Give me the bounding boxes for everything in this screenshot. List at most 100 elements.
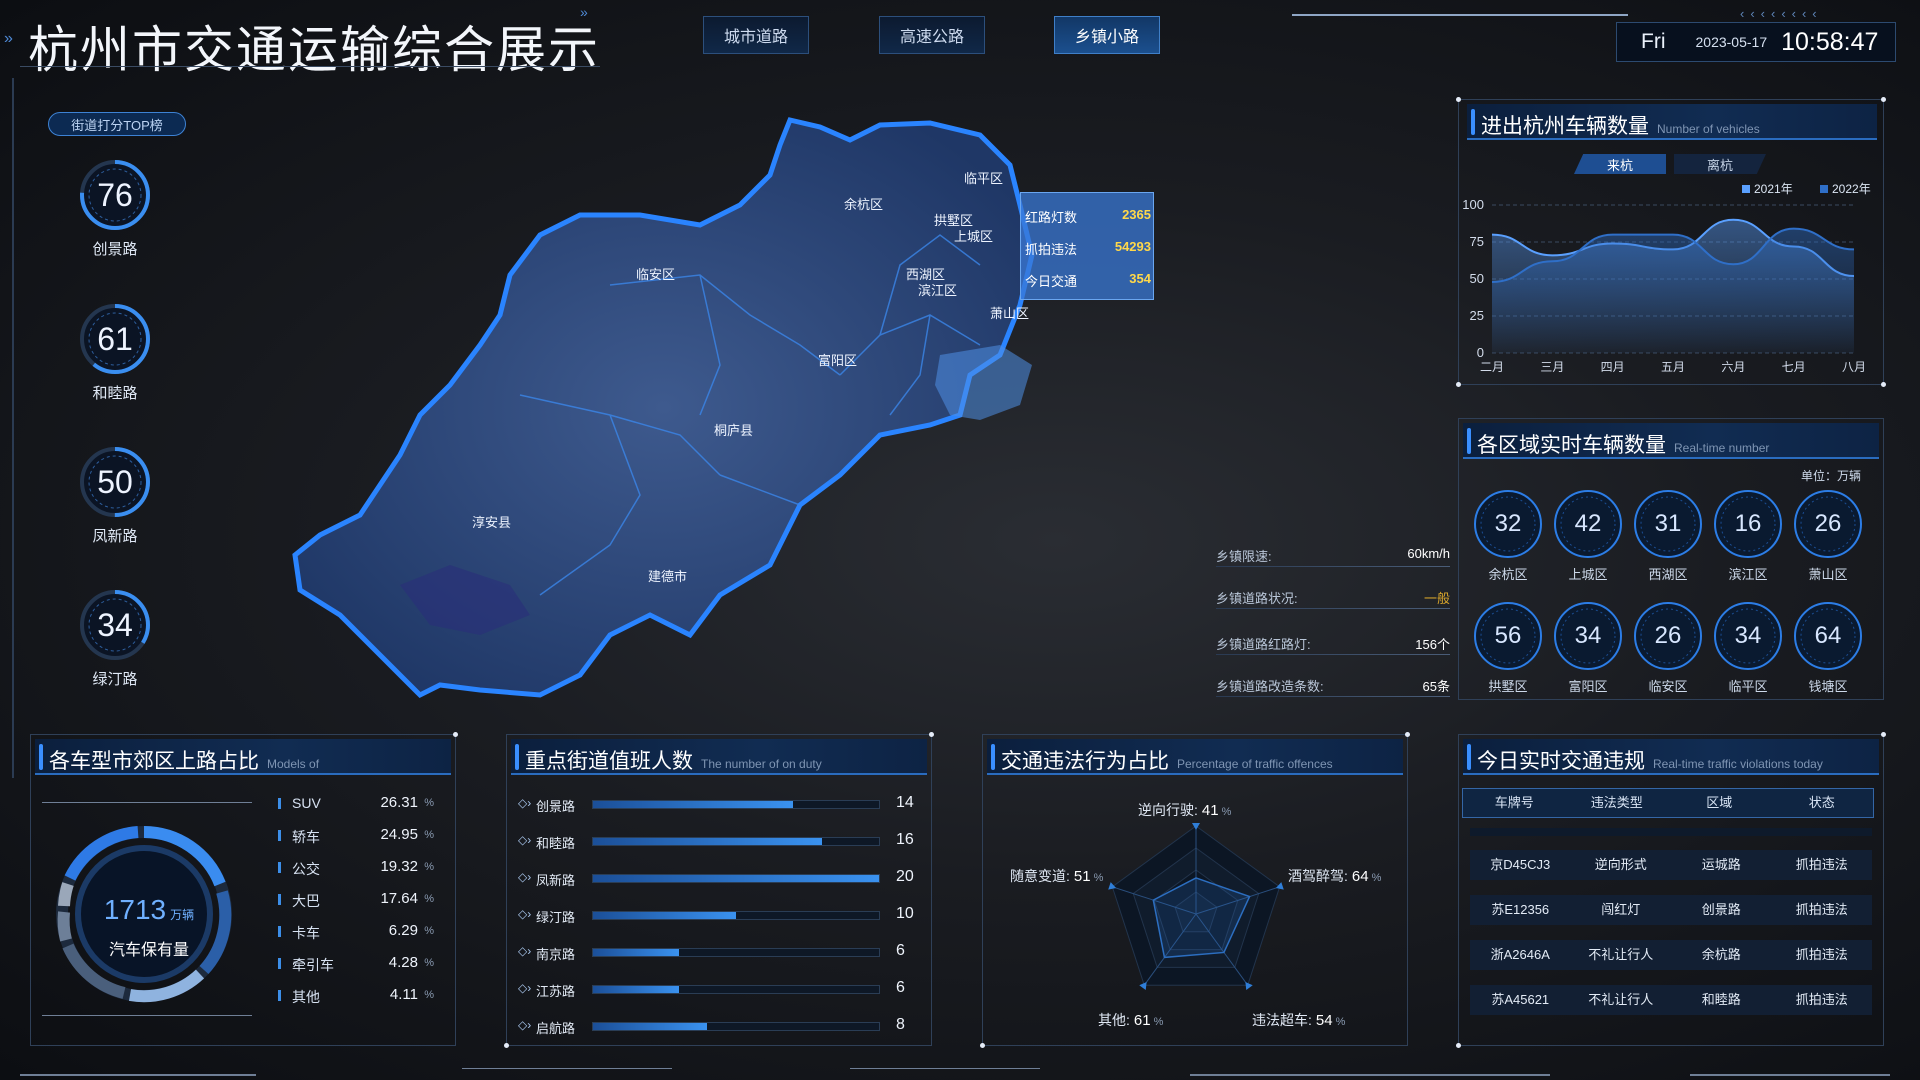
tab-coming[interactable]: 来杭 — [1574, 154, 1666, 174]
town-info-divider — [1216, 654, 1450, 655]
map-district-label[interactable]: 淳安县 — [472, 512, 511, 531]
table-cell: 闯红灯 — [1601, 902, 1641, 917]
score-ring[interactable]: 76 — [76, 156, 154, 234]
region-bubble[interactable]: 34 — [1552, 600, 1624, 672]
clock-date: 2023-05-17 — [1695, 34, 1768, 50]
table-cell: 苏A45621 — [1491, 992, 1550, 1007]
model-value: 4.11 — [389, 986, 418, 1003]
header-accent — [1467, 428, 1471, 454]
radar-label: 逆向行驶: 41% — [1138, 800, 1231, 820]
region-name: 临安区 — [1648, 679, 1688, 694]
bottom-line — [462, 1068, 672, 1069]
model-name: 卡车 — [292, 925, 320, 941]
map-district-label[interactable]: 萧山区 — [990, 303, 1029, 322]
violations-panel-subtitle: Real-time traffic violations today — [1653, 757, 1823, 771]
map-district-label[interactable]: 滨江区 — [918, 280, 957, 299]
legend-label: 2022年 — [1832, 182, 1871, 196]
panel-title: 各车型市郊区上路占比 Models of — [49, 745, 319, 775]
duty-value: 8 — [896, 1016, 905, 1033]
town-info-row: 乡镇道路红路灯: 156个 — [1216, 634, 1450, 655]
region-bubble[interactable]: 26 — [1632, 600, 1704, 672]
x-tick-label: 四月 — [1601, 360, 1625, 374]
popup-row: 今日交通 354 — [1025, 271, 1151, 290]
duty-row: ◇› 和睦路 16 — [518, 831, 928, 851]
table-row[interactable]: 京D45CJ3 逆向形式 运城路 抓拍违法 — [1470, 850, 1872, 880]
table-row[interactable]: 苏A45621 不礼让行人 和睦路 抓拍违法 — [1470, 985, 1872, 1015]
duty-value: 6 — [896, 942, 905, 959]
region-bubble[interactable]: 26 — [1792, 488, 1864, 560]
region-unit: 单位：万辆 — [1800, 469, 1861, 483]
map-district-label[interactable]: 余杭区 — [844, 194, 883, 213]
table-row[interactable]: 浙A2646A 不礼让行人 余杭路 抓拍违法 — [1470, 940, 1872, 970]
page-title: 杭州市交通运输综合展示 — [28, 21, 600, 79]
model-value: 6.29 — [388, 922, 418, 939]
town-info-label: 乡镇道路改造条数: — [1216, 679, 1324, 694]
table-cell: 不礼让行人 — [1588, 992, 1654, 1007]
duty-bar-fill — [593, 949, 679, 956]
panel-corner — [1456, 382, 1461, 387]
town-info-row: 乡镇限速: 60km/h — [1216, 546, 1450, 567]
x-tick-label: 三月 — [1540, 360, 1564, 374]
model-marker — [278, 958, 281, 969]
map-district-label[interactable]: 上城区 — [954, 226, 993, 245]
duty-panel-header: 重点街道值班人数 The number of on duty — [511, 739, 927, 775]
tab-leaving[interactable]: 离杭 — [1674, 154, 1766, 174]
table-row[interactable]: 苏E12356 闯红灯 创景路 抓拍违法 — [1470, 895, 1872, 925]
score-value: 34 — [97, 606, 133, 643]
model-marker — [278, 990, 281, 1001]
panel-corner — [1456, 97, 1461, 102]
region-value: 32 — [1494, 510, 1522, 537]
region-value: 16 — [1734, 510, 1762, 537]
town-info-value: 65条 — [1422, 679, 1450, 694]
donut-total-label: 汽车保有量 — [108, 942, 189, 959]
region-bubble[interactable]: 34 — [1712, 600, 1784, 672]
popup-label: 红路灯数 — [1025, 210, 1078, 225]
column-header-plate[interactable]: 车牌号 — [1463, 789, 1566, 817]
region-name: 滨江区 — [1728, 567, 1768, 582]
column-header-area[interactable]: 区域 — [1668, 789, 1771, 817]
score-ring[interactable]: 61 — [76, 300, 154, 378]
region-bubble[interactable]: 31 — [1632, 488, 1704, 560]
model-row: 牵引车 4.28% — [278, 954, 434, 974]
region-name: 萧山区 — [1808, 567, 1848, 582]
tab-city-roads[interactable]: 城市道路 — [703, 16, 809, 54]
region-bubble[interactable]: 32 — [1472, 488, 1544, 560]
map-district-label[interactable]: 富阳区 — [818, 350, 857, 369]
popup-value: 54293 — [1114, 239, 1151, 254]
duty-bar-track — [592, 874, 880, 883]
region-bubble[interactable]: 42 — [1552, 488, 1624, 560]
radar-label: 随意变道: 51% — [1010, 866, 1103, 886]
x-tick-label: 七月 — [1782, 360, 1806, 374]
duty-street: 创景路 — [536, 799, 576, 814]
donut-arc-truck — [57, 911, 72, 942]
score-value: 76 — [97, 176, 133, 213]
table-cell: 抓拍违法 — [1795, 857, 1848, 872]
column-header-type[interactable]: 违法类型 — [1566, 789, 1669, 817]
duty-bar-track — [592, 985, 880, 994]
town-info-value: 60km/h — [1407, 546, 1450, 561]
duty-value: 14 — [896, 794, 914, 811]
tab-township-roads[interactable]: 乡镇小路 — [1054, 16, 1160, 54]
score-ring[interactable]: 34 — [76, 586, 154, 664]
map-district-label[interactable]: 建德市 — [648, 566, 687, 585]
tab-highways[interactable]: 高速公路 — [879, 16, 985, 54]
region-bubble[interactable]: 56 — [1472, 600, 1544, 672]
table-cell: 抓拍违法 — [1795, 947, 1848, 962]
chevron-right-icon: ◇› — [518, 944, 532, 958]
vehicles-panel-header: 进出杭州车辆数量 Number of vehicles — [1467, 104, 1877, 140]
model-name: 大巴 — [292, 893, 320, 909]
title-underline — [20, 66, 600, 67]
region-bubble[interactable]: 64 — [1792, 600, 1864, 672]
map-district-label[interactable]: 临安区 — [636, 264, 675, 283]
score-ring[interactable]: 50 — [76, 443, 154, 521]
left-frame-line — [12, 78, 14, 778]
region-bubble[interactable]: 16 — [1712, 488, 1784, 560]
map-district-label[interactable]: 临平区 — [964, 168, 1003, 187]
column-header-status[interactable]: 状态 — [1771, 789, 1874, 817]
score-label: 绿汀路 — [92, 671, 138, 688]
model-unit: % — [424, 957, 434, 969]
street-score-pill[interactable]: 街道打分TOP榜 — [48, 112, 186, 136]
map-district-label[interactable]: 桐庐县 — [714, 420, 753, 439]
legend-swatch — [1742, 185, 1750, 193]
donut-total-value: 1713 — [103, 894, 167, 925]
